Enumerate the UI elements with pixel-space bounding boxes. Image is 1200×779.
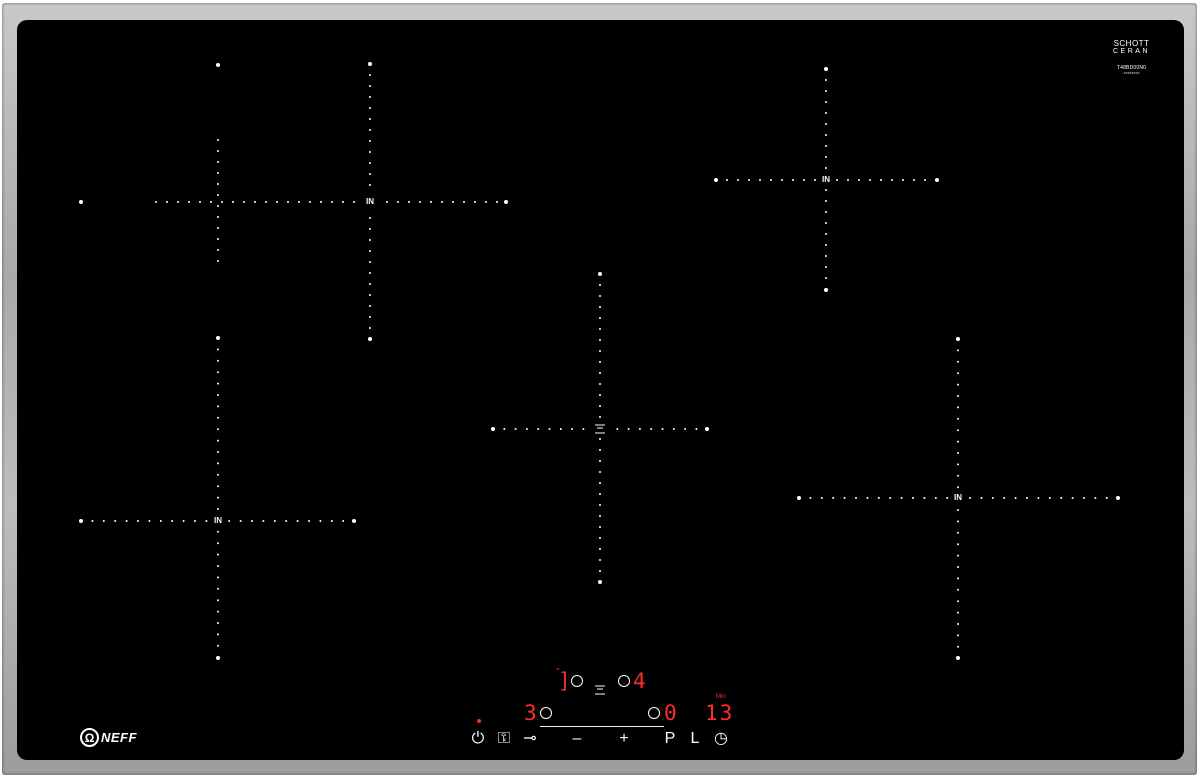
l-button[interactable]: L <box>691 731 700 747</box>
schott-text: SCHOTT <box>1113 39 1150 48</box>
zone-rear-left-label: IN <box>365 197 375 206</box>
omega-logo-icon: Ω <box>80 728 99 747</box>
zone-select-top-right[interactable] <box>618 675 630 687</box>
display-bottom-right: 0 <box>664 701 679 725</box>
key-icon: ⊸ <box>523 730 537 747</box>
minus-button[interactable]: – <box>573 731 582 747</box>
cooking-zone-markings <box>79 62 1120 660</box>
timer-display: 13 <box>705 701 735 725</box>
zone-select-top-left[interactable] <box>571 675 583 687</box>
wide-zone-icon <box>595 424 605 434</box>
power-level-slider[interactable] <box>540 726 664 727</box>
zone-front-left-label: IN <box>213 516 223 525</box>
display-bottom-left: 3 <box>524 701 539 725</box>
powerboost-icon: P <box>664 730 676 747</box>
childlock-icon: ⚿ <box>497 730 511 747</box>
power-icon: ⏻ <box>471 730 485 747</box>
brand-wordmark: NEFF <box>101 730 137 745</box>
brand-logo: Ω NEFF <box>80 728 137 747</box>
zone-rear-right-label: IN <box>821 175 831 184</box>
power-button[interactable]: ⏻ <box>472 731 485 747</box>
timer-unit-label: Min <box>716 694 726 700</box>
glass-manufacturer-mark: SCHOTT CERAN T48BD00N0 XXXXXXXX <box>1113 39 1151 76</box>
ceran-text: CERAN <box>1113 48 1151 55</box>
childlock-button[interactable]: ⚿ <box>498 731 510 747</box>
key-button[interactable]: ⊸ <box>523 731 536 747</box>
zone-select-bottom-right[interactable] <box>648 707 660 719</box>
timer-button[interactable]: ◷ <box>714 731 728 747</box>
zone-select-bottom-left[interactable] <box>540 707 552 719</box>
minus-icon: – <box>572 730 582 747</box>
plus-button[interactable]: + <box>619 731 628 747</box>
clock-icon: ◷ <box>714 730 728 747</box>
zone-front-right-label: IN <box>953 493 963 502</box>
wide-zone-control-icon[interactable] <box>595 685 605 695</box>
model-subcode: XXXXXXXX <box>1123 71 1140 75</box>
display-top-right: 4 <box>633 669 648 693</box>
powerboost-button[interactable]: P <box>665 731 676 747</box>
plus-icon: + <box>619 730 629 747</box>
l-icon: L <box>690 730 700 747</box>
power-indicator-led <box>477 719 481 723</box>
